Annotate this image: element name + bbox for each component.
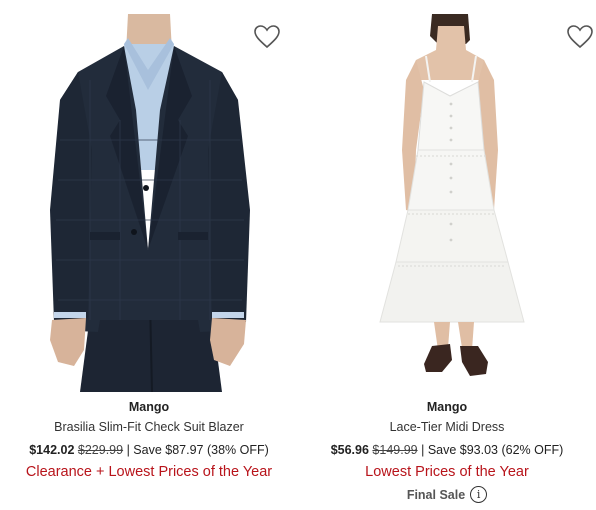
favorite-button[interactable] bbox=[566, 24, 594, 50]
product-card[interactable]: Mango Lace-Tier Midi Dress $56.96 $149.9… bbox=[298, 0, 596, 510]
dress-photo bbox=[298, 0, 596, 392]
product-info: Mango Brasilia Slim-Fit Check Suit Blaze… bbox=[0, 398, 298, 482]
product-name[interactable]: Lace-Tier Midi Dress bbox=[298, 418, 596, 436]
product-grid: Mango Brasilia Slim-Fit Check Suit Blaze… bbox=[0, 0, 596, 510]
product-info: Mango Lace-Tier Midi Dress $56.96 $149.9… bbox=[298, 398, 596, 504]
price-current: $56.96 bbox=[330, 443, 369, 457]
product-brand[interactable]: Mango bbox=[298, 398, 596, 416]
favorite-button[interactable] bbox=[253, 24, 281, 50]
price-current: $142.02 bbox=[29, 443, 75, 457]
product-card[interactable]: Mango Brasilia Slim-Fit Check Suit Blaze… bbox=[0, 0, 298, 510]
promo-label: Lowest Prices of the Year bbox=[365, 464, 529, 480]
heart-icon bbox=[567, 25, 593, 49]
price-line: $56.96 $149.99 | Save $93.03 (62% OFF) bbox=[298, 441, 596, 459]
info-icon[interactable]: i bbox=[470, 486, 488, 503]
final-sale-label: Final Sale i bbox=[406, 486, 488, 503]
heart-icon bbox=[254, 25, 280, 49]
price-line: $142.02 $229.99 | Save $87.97 (38% OFF) bbox=[0, 441, 298, 459]
product-image-dress[interactable] bbox=[298, 0, 596, 392]
product-image-blazer[interactable] bbox=[0, 0, 298, 392]
final-sale-text: Final Sale bbox=[406, 487, 466, 502]
price-savings: | Save $93.03 (62% OFF) bbox=[421, 443, 564, 457]
blazer-photo bbox=[0, 0, 298, 392]
product-name[interactable]: Brasilia Slim-Fit Check Suit Blazer bbox=[0, 418, 298, 436]
price-original: $229.99 bbox=[77, 443, 124, 457]
price-original: $149.99 bbox=[372, 443, 418, 457]
promo-label: Clearance + Lowest Prices of the Year bbox=[25, 464, 273, 480]
price-savings: | Save $87.97 (38% OFF) bbox=[126, 443, 269, 457]
product-brand[interactable]: Mango bbox=[0, 398, 298, 416]
